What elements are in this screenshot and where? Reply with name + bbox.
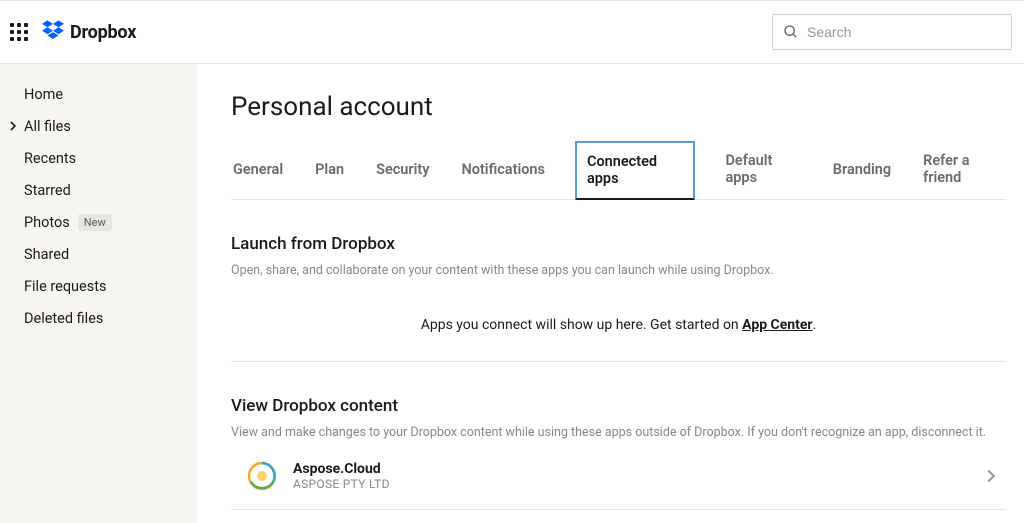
launch-section: Launch from Dropbox Open, share, and col…	[231, 200, 1006, 362]
launch-empty-state: Apps you connect will show up here. Get …	[231, 281, 1006, 362]
sidebar-item-starred[interactable]: Starred	[0, 174, 197, 206]
connected-app-row[interactable]: Aspose.Cloud ASPOSE PTY LTD	[231, 443, 1006, 510]
sidebar-item-label: Recents	[24, 150, 76, 167]
sidebar-item-label: Deleted files	[24, 310, 103, 327]
tab-connected-apps[interactable]: Connected apps	[575, 141, 696, 200]
launch-section-title: Launch from Dropbox	[231, 234, 1006, 254]
topbar: Dropbox	[0, 0, 1024, 64]
app-name: Aspose.Cloud	[293, 461, 390, 477]
app-vendor: ASPOSE PTY LTD	[293, 477, 390, 491]
sidebar-item-label: Photos	[24, 214, 70, 231]
tab-general[interactable]: General	[231, 149, 285, 191]
sidebar-item-file-requests[interactable]: File requests	[0, 270, 197, 302]
app-center-link[interactable]: App Center	[742, 317, 812, 333]
search-input[interactable]	[807, 24, 1001, 40]
chevron-right-icon	[984, 469, 998, 483]
app-grid-icon[interactable]	[10, 23, 28, 41]
tab-branding[interactable]: Branding	[831, 149, 893, 191]
sidebar-item-label: Home	[24, 86, 63, 103]
sidebar-item-label: Shared	[24, 246, 69, 263]
search-icon	[783, 24, 799, 40]
empty-text-prefix: Apps you connect will show up here. Get …	[421, 317, 742, 333]
brand-name: Dropbox	[70, 22, 136, 43]
sidebar-item-shared[interactable]: Shared	[0, 238, 197, 270]
sidebar-item-deleted-files[interactable]: Deleted files	[0, 302, 197, 334]
sidebar-item-label: All files	[24, 118, 71, 135]
sidebar-item-home[interactable]: Home	[0, 78, 197, 110]
sidebar-item-label: File requests	[24, 278, 106, 295]
dropbox-logo[interactable]: Dropbox	[42, 20, 136, 45]
sidebar: Home All files Recents Starred Photos Ne…	[0, 64, 197, 523]
tab-notifications[interactable]: Notifications	[459, 149, 547, 191]
tab-plan[interactable]: Plan	[313, 149, 346, 191]
main-content: Personal account General Plan Security N…	[197, 64, 1024, 523]
sidebar-item-all-files[interactable]: All files	[0, 110, 197, 142]
page-title: Personal account	[231, 92, 1006, 122]
tab-security[interactable]: Security	[374, 149, 431, 191]
empty-text-suffix: .	[813, 317, 817, 333]
dropbox-glyph-icon	[42, 20, 64, 45]
chevron-right-icon	[8, 121, 18, 131]
tab-refer-friend[interactable]: Refer a friend	[921, 140, 1006, 199]
tab-default-apps[interactable]: Default apps	[723, 140, 802, 199]
sidebar-item-label: Starred	[24, 182, 71, 199]
app-icon	[245, 459, 279, 493]
new-badge: New	[78, 214, 112, 231]
view-section: View Dropbox content View and make chang…	[231, 362, 1006, 510]
sidebar-item-photos[interactable]: Photos New	[0, 206, 197, 238]
view-section-title: View Dropbox content	[231, 396, 1006, 416]
sidebar-item-recents[interactable]: Recents	[0, 142, 197, 174]
view-section-desc: View and make changes to your Dropbox co…	[231, 424, 1006, 443]
launch-section-desc: Open, share, and collaborate on your con…	[231, 262, 1006, 281]
search-field[interactable]	[772, 14, 1012, 50]
settings-tabs: General Plan Security Notifications Conn…	[231, 140, 1006, 200]
app-meta: Aspose.Cloud ASPOSE PTY LTD	[293, 461, 390, 491]
